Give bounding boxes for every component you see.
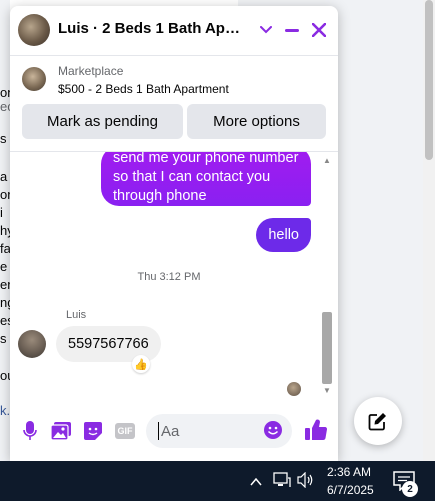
page-scrollbar-thumb[interactable] — [425, 0, 433, 160]
volume-icon[interactable] — [297, 471, 315, 491]
avatar[interactable] — [18, 14, 50, 46]
new-message-button[interactable] — [354, 397, 402, 445]
seen-avatar — [287, 382, 301, 396]
sticker-icon[interactable] — [82, 420, 104, 442]
listing-panel: Marketplace $500 - 2 Beds 1 Bath Apartme… — [10, 57, 338, 152]
bg-text: a — [0, 169, 8, 184]
chat-header[interactable]: Luis · 2 Beds 1 Bath Apart... — [10, 6, 338, 56]
bg-text: er — [0, 277, 10, 292]
emoji-icon[interactable] — [263, 420, 283, 440]
photo-icon[interactable] — [50, 420, 72, 442]
minimize-icon — [285, 28, 299, 32]
time-divider: Thu 3:12 PM — [137, 271, 201, 283]
outgoing-message[interactable]: hello — [256, 218, 311, 252]
bg-text: s — [0, 331, 7, 346]
gif-label: GIF — [115, 423, 135, 439]
bg-text: ng — [0, 295, 10, 310]
close-icon — [312, 23, 326, 37]
scroll-up-arrow-icon[interactable]: ▲ — [323, 156, 331, 165]
avatar[interactable] — [18, 330, 46, 358]
sender-name: Luis — [66, 309, 87, 321]
background-left-column: on ec s T a or i hy fa e er ng es s ou k… — [0, 0, 10, 461]
bg-text: e — [0, 259, 8, 274]
close-button[interactable] — [307, 18, 331, 42]
clock-date[interactable]: 6/7/2025 — [327, 483, 374, 497]
scroll-down-arrow-icon[interactable]: ▼ — [323, 386, 331, 395]
minimize-button[interactable] — [280, 18, 304, 42]
clock-time[interactable]: 2:36 AM — [327, 465, 371, 479]
chevron-down-icon[interactable] — [254, 18, 278, 42]
chat-title[interactable]: Luis · 2 Beds 1 Bath Apart... — [58, 20, 248, 37]
bg-text: fa — [0, 241, 10, 256]
outgoing-message[interactable]: send me your phone number so that I can … — [101, 152, 311, 206]
bg-text: i — [0, 205, 3, 220]
message-list: send me your phone number so that I can … — [10, 152, 338, 400]
network-icon[interactable] — [273, 472, 291, 491]
show-hidden-icons-chevron-icon[interactable] — [250, 473, 262, 489]
bg-text: s T — [0, 131, 10, 146]
listing-title[interactable]: $500 - 2 Beds 1 Bath Apartment — [58, 82, 229, 96]
bg-text: ou — [0, 368, 10, 383]
message-scrollbar[interactable]: ▲ ▼ — [318, 152, 338, 400]
scrollbar-thumb[interactable] — [322, 312, 332, 384]
bg-link[interactable]: k. — [0, 402, 10, 420]
gif-icon[interactable]: GIF — [114, 420, 136, 442]
taskbar: 2:36 AM 6/7/2025 2 — [0, 461, 435, 501]
chat-window: Luis · 2 Beds 1 Bath Apart... Marketplac… — [10, 6, 338, 461]
bg-text: ec — [0, 99, 10, 114]
bg-text: or — [0, 187, 10, 202]
compose-icon — [368, 413, 386, 431]
listing-thumbnail[interactable] — [22, 67, 46, 91]
thumbs-up-reaction-icon[interactable]: 👍 — [132, 355, 150, 373]
bg-text: hy — [0, 223, 10, 238]
message-input-placeholder: Aa — [161, 422, 180, 440]
more-options-button[interactable]: More options — [187, 104, 326, 139]
microphone-icon[interactable] — [19, 420, 41, 442]
bg-text: es — [0, 313, 10, 328]
thumbs-up-send-icon[interactable] — [304, 418, 330, 444]
composer: GIF Aa — [10, 406, 338, 461]
text-caret — [158, 422, 159, 440]
notification-count-badge: 2 — [402, 481, 418, 497]
mark-as-pending-button[interactable]: Mark as pending — [22, 104, 183, 139]
listing-source: Marketplace — [58, 64, 124, 78]
